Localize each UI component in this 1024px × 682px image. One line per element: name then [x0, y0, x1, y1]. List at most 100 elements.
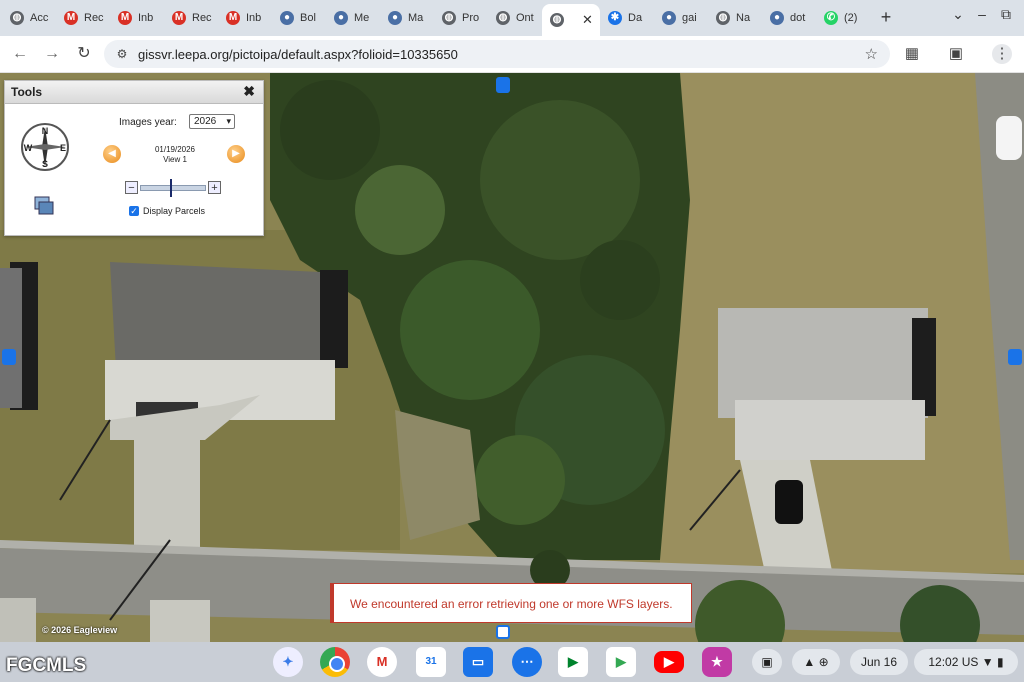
site-icon: ●: [334, 11, 348, 25]
zoom-in-button[interactable]: +: [208, 181, 221, 194]
wifi-icon: ▼: [981, 655, 994, 669]
files-icon[interactable]: ▭: [463, 647, 493, 677]
tab-label: Rec: [84, 12, 104, 24]
whatsapp-icon: ✆: [824, 11, 838, 25]
tab-4[interactable]: M Inb: [218, 5, 272, 31]
tab-label: Na: [736, 12, 751, 24]
app-icon[interactable]: ★: [702, 647, 732, 677]
menu-kebab-icon[interactable]: ⋮: [992, 44, 1012, 64]
restore-icon[interactable]: ⧉: [996, 6, 1016, 23]
tab-6[interactable]: ● Me: [326, 5, 380, 31]
shelf-time: 12:02: [928, 655, 959, 669]
gmail-icon: M: [172, 11, 186, 25]
browser-toolbar: ← → ↻ ⚙ gissvr.leepa.org/pictoipa/defaul…: [0, 36, 1024, 73]
error-banner: We encountered an error retrieving one o…: [330, 583, 692, 623]
compass-s: S: [42, 159, 48, 169]
search-tab-icon[interactable]: ▣: [946, 44, 966, 64]
images-year-select[interactable]: 2026 ▾: [189, 114, 235, 129]
globe-icon: ◍: [550, 13, 564, 27]
screen-capture-icon[interactable]: ▣: [752, 649, 782, 675]
play-store-icon[interactable]: ▶: [606, 647, 636, 677]
image-date: 01/19/2026: [154, 145, 196, 154]
tab-7[interactable]: ● Ma: [380, 5, 434, 31]
tab-5[interactable]: ● Bol: [272, 5, 326, 31]
zoom-track[interactable]: [140, 185, 206, 191]
tools-panel-title: Tools: [11, 85, 43, 99]
compass-e: E: [60, 143, 66, 153]
tab-close-icon[interactable]: ✕: [582, 12, 593, 28]
gemini-icon[interactable]: ✦: [273, 647, 303, 677]
meet-icon[interactable]: ▶: [558, 647, 588, 677]
compass-icon[interactable]: N S E W: [19, 121, 71, 173]
globe-icon: ◍: [716, 11, 730, 25]
tab-label: Pro: [462, 12, 480, 24]
youtube-icon[interactable]: ▶: [654, 651, 684, 673]
battery-icon: ▮: [997, 655, 1004, 669]
site-icon: ●: [388, 11, 402, 25]
gear-icon: ✱: [608, 11, 622, 25]
tray-controls[interactable]: ▲ ⊕: [792, 649, 840, 675]
tab-label: Me: [354, 12, 370, 24]
previous-image-button[interactable]: ◀: [103, 145, 121, 163]
images-year-value: 2026: [194, 116, 217, 127]
messages-icon[interactable]: ⋯: [512, 647, 542, 677]
os-shelf: ✦ M 31 ▭ ⋯ ▶ ▶ ▶ ★ ▣ ▲ ⊕ Jun 16 12:02 US…: [0, 642, 1024, 682]
tab-label: Inb: [246, 12, 262, 24]
zoom-slider[interactable]: − +: [125, 179, 221, 197]
minimize-icon[interactable]: –: [972, 6, 992, 22]
url-text[interactable]: gissvr.leepa.org/pictoipa/default.aspx?f…: [138, 47, 458, 62]
checkbox-icon[interactable]: ✓: [129, 206, 139, 216]
shelf-date[interactable]: Jun 16: [850, 649, 908, 675]
extensions-icon[interactable]: ▦: [902, 44, 922, 64]
next-image-button[interactable]: ▶: [227, 145, 245, 163]
tab-label: Ont: [516, 12, 534, 24]
layers-icon[interactable]: [33, 195, 55, 217]
tab-9[interactable]: ◍ Ont: [488, 5, 542, 31]
close-icon[interactable]: ✖: [243, 83, 255, 100]
tab-12[interactable]: ● gai: [654, 5, 708, 31]
map-pin-left[interactable]: [2, 349, 16, 365]
tab-label: Bol: [300, 12, 316, 24]
new-tab-button[interactable]: +: [876, 7, 896, 27]
tab-label: dot: [790, 12, 806, 24]
gmail-icon: M: [118, 11, 132, 25]
tab-3[interactable]: M Rec: [164, 5, 218, 31]
tab-15[interactable]: ✆ (2): [816, 5, 870, 31]
site-icon: ●: [662, 11, 676, 25]
tab-13[interactable]: ◍ Na: [708, 5, 762, 31]
site-info-icon[interactable]: ⚙: [114, 46, 130, 62]
map-pin-bottom[interactable]: [496, 625, 510, 639]
tab-2[interactable]: M Inb: [110, 5, 164, 31]
gmail-icon: M: [64, 11, 78, 25]
tab-10[interactable]: ◍ ✕: [542, 4, 600, 36]
map-pin-top[interactable]: [496, 77, 510, 93]
zoom-thumb[interactable]: [170, 179, 172, 197]
display-parcels-label: Display Parcels: [143, 206, 206, 216]
reload-button[interactable]: ↻: [74, 44, 94, 64]
error-message: We encountered an error retrieving one o…: [350, 597, 673, 611]
tools-panel: Tools ✖ N S E W Images year: 2026 ▾ ◀ ▶ …: [4, 80, 264, 236]
back-button[interactable]: ←: [10, 44, 30, 64]
shelf-locale: US: [961, 655, 979, 669]
globe-icon: ◍: [442, 11, 456, 25]
tab-1[interactable]: M Rec: [56, 5, 110, 31]
map-pin-right[interactable]: [1008, 349, 1022, 365]
chevron-down-icon[interactable]: ⌄: [948, 6, 968, 23]
tab-label: Acc: [30, 12, 49, 24]
bookmark-star-icon[interactable]: ☆: [865, 45, 878, 63]
tab-8[interactable]: ◍ Pro: [434, 5, 488, 31]
chrome-icon[interactable]: [320, 647, 350, 677]
tab-label: Ma: [408, 12, 424, 24]
calendar-icon[interactable]: 31: [416, 647, 446, 677]
address-bar[interactable]: ⚙ gissvr.leepa.org/pictoipa/default.aspx…: [104, 40, 890, 68]
tab-14[interactable]: ● dot: [762, 5, 816, 31]
display-parcels-toggle[interactable]: ✓ Display Parcels: [129, 206, 205, 216]
tab-11[interactable]: ✱ Da: [600, 5, 654, 31]
zoom-out-button[interactable]: −: [125, 181, 138, 194]
tab-label: gai: [682, 12, 697, 24]
status-tray[interactable]: 12:02 US ▼ ▮: [914, 649, 1018, 675]
forward-button[interactable]: →: [42, 44, 62, 64]
compass-n: N: [42, 126, 49, 136]
gmail-icon[interactable]: M: [367, 647, 397, 677]
tab-0[interactable]: ◍ Acc: [2, 5, 56, 31]
